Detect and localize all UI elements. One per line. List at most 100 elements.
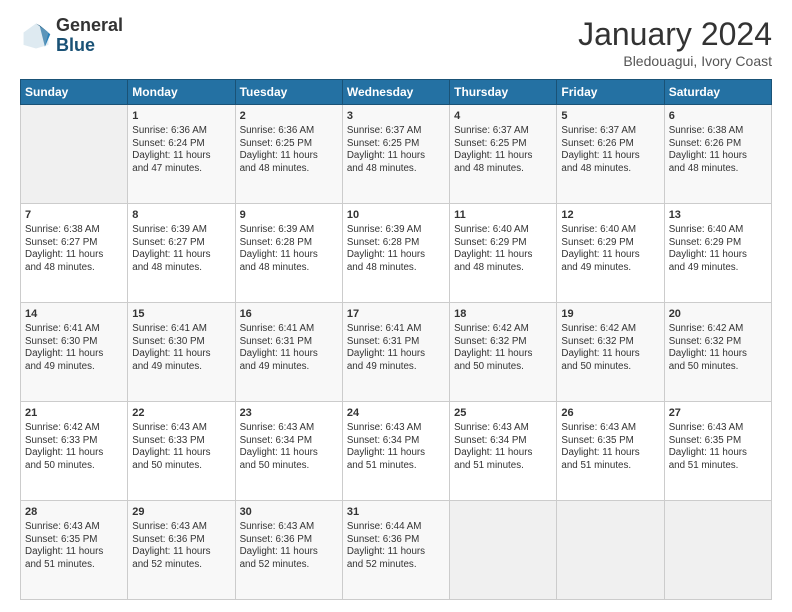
- calendar-cell: 3Sunrise: 6:37 AMSunset: 6:25 PMDaylight…: [342, 105, 449, 204]
- cell-content-line: and 49 minutes.: [561, 262, 659, 275]
- day-number: 13: [669, 208, 767, 223]
- day-number: 27: [669, 406, 767, 421]
- cell-content-line: Sunrise: 6:43 AM: [347, 422, 445, 435]
- cell-content-line: Daylight: 11 hours: [561, 348, 659, 361]
- cell-content-line: Sunset: 6:26 PM: [669, 138, 767, 151]
- cell-content-line: Sunset: 6:28 PM: [240, 237, 338, 250]
- calendar-cell: 7Sunrise: 6:38 AMSunset: 6:27 PMDaylight…: [21, 204, 128, 303]
- cell-content-line: Sunset: 6:25 PM: [454, 138, 552, 151]
- cell-content-line: Daylight: 11 hours: [240, 249, 338, 262]
- day-number: 21: [25, 406, 123, 421]
- cell-content-line: and 51 minutes.: [454, 460, 552, 473]
- calendar-cell: 20Sunrise: 6:42 AMSunset: 6:32 PMDayligh…: [664, 303, 771, 402]
- cell-content-line: Sunrise: 6:43 AM: [240, 521, 338, 534]
- calendar-cell: 27Sunrise: 6:43 AMSunset: 6:35 PMDayligh…: [664, 402, 771, 501]
- cell-content-line: Sunrise: 6:41 AM: [132, 323, 230, 336]
- calendar-cell: 24Sunrise: 6:43 AMSunset: 6:34 PMDayligh…: [342, 402, 449, 501]
- cell-content-line: Sunrise: 6:40 AM: [561, 224, 659, 237]
- calendar-cell: 26Sunrise: 6:43 AMSunset: 6:35 PMDayligh…: [557, 402, 664, 501]
- cell-content-line: Daylight: 11 hours: [454, 447, 552, 460]
- day-number: 1: [132, 109, 230, 124]
- logo-text: General Blue: [56, 16, 123, 56]
- cell-content-line: and 49 minutes.: [132, 361, 230, 374]
- cell-content-line: and 51 minutes.: [669, 460, 767, 473]
- cell-content-line: Sunrise: 6:40 AM: [454, 224, 552, 237]
- cell-content-line: Daylight: 11 hours: [132, 447, 230, 460]
- cell-content-line: and 49 minutes.: [25, 361, 123, 374]
- cell-content-line: Daylight: 11 hours: [132, 546, 230, 559]
- cell-content-line: Sunset: 6:26 PM: [561, 138, 659, 151]
- cell-content-line: Daylight: 11 hours: [561, 150, 659, 163]
- day-number: 4: [454, 109, 552, 124]
- day-number: 2: [240, 109, 338, 124]
- cell-content-line: Sunset: 6:29 PM: [454, 237, 552, 250]
- cell-content-line: Sunrise: 6:42 AM: [561, 323, 659, 336]
- cell-content-line: Sunset: 6:27 PM: [132, 237, 230, 250]
- cell-content-line: Sunrise: 6:43 AM: [132, 521, 230, 534]
- cell-content-line: Daylight: 11 hours: [347, 348, 445, 361]
- cell-content-line: Sunrise: 6:42 AM: [25, 422, 123, 435]
- day-number: 29: [132, 505, 230, 520]
- calendar-header-saturday: Saturday: [664, 80, 771, 105]
- cell-content-line: Daylight: 11 hours: [454, 249, 552, 262]
- cell-content-line: Sunrise: 6:43 AM: [132, 422, 230, 435]
- calendar-week-1: 1Sunrise: 6:36 AMSunset: 6:24 PMDaylight…: [21, 105, 772, 204]
- calendar-cell: 4Sunrise: 6:37 AMSunset: 6:25 PMDaylight…: [450, 105, 557, 204]
- cell-content-line: and 48 minutes.: [240, 262, 338, 275]
- cell-content-line: Daylight: 11 hours: [347, 249, 445, 262]
- day-number: 9: [240, 208, 338, 223]
- day-number: 5: [561, 109, 659, 124]
- calendar-cell: 5Sunrise: 6:37 AMSunset: 6:26 PMDaylight…: [557, 105, 664, 204]
- cell-content-line: Sunset: 6:31 PM: [347, 336, 445, 349]
- day-number: 10: [347, 208, 445, 223]
- cell-content-line: and 48 minutes.: [132, 262, 230, 275]
- cell-content-line: Sunset: 6:36 PM: [347, 534, 445, 547]
- day-number: 14: [25, 307, 123, 322]
- cell-content-line: and 48 minutes.: [669, 163, 767, 176]
- calendar-header-sunday: Sunday: [21, 80, 128, 105]
- cell-content-line: and 51 minutes.: [347, 460, 445, 473]
- cell-content-line: Sunrise: 6:36 AM: [240, 125, 338, 138]
- cell-content-line: and 48 minutes.: [25, 262, 123, 275]
- cell-content-line: Sunset: 6:28 PM: [347, 237, 445, 250]
- cell-content-line: Sunrise: 6:43 AM: [454, 422, 552, 435]
- cell-content-line: Sunrise: 6:37 AM: [347, 125, 445, 138]
- cell-content-line: Daylight: 11 hours: [347, 546, 445, 559]
- day-number: 11: [454, 208, 552, 223]
- calendar-cell: 8Sunrise: 6:39 AMSunset: 6:27 PMDaylight…: [128, 204, 235, 303]
- calendar-header-thursday: Thursday: [450, 80, 557, 105]
- cell-content-line: Sunrise: 6:39 AM: [347, 224, 445, 237]
- cell-content-line: Sunrise: 6:37 AM: [561, 125, 659, 138]
- cell-content-line: Sunrise: 6:40 AM: [669, 224, 767, 237]
- day-number: 17: [347, 307, 445, 322]
- cell-content-line: Sunset: 6:33 PM: [132, 435, 230, 448]
- cell-content-line: Sunset: 6:34 PM: [347, 435, 445, 448]
- cell-content-line: and 48 minutes.: [240, 163, 338, 176]
- logo-general-text: General: [56, 15, 123, 35]
- calendar-cell: 1Sunrise: 6:36 AMSunset: 6:24 PMDaylight…: [128, 105, 235, 204]
- cell-content-line: Sunrise: 6:37 AM: [454, 125, 552, 138]
- cell-content-line: Sunset: 6:32 PM: [561, 336, 659, 349]
- day-number: 15: [132, 307, 230, 322]
- cell-content-line: Sunset: 6:34 PM: [454, 435, 552, 448]
- calendar-cell: 15Sunrise: 6:41 AMSunset: 6:30 PMDayligh…: [128, 303, 235, 402]
- logo-blue-text: Blue: [56, 35, 95, 55]
- calendar-week-2: 7Sunrise: 6:38 AMSunset: 6:27 PMDaylight…: [21, 204, 772, 303]
- cell-content-line: and 48 minutes.: [347, 163, 445, 176]
- cell-content-line: and 49 minutes.: [347, 361, 445, 374]
- calendar-week-4: 21Sunrise: 6:42 AMSunset: 6:33 PMDayligh…: [21, 402, 772, 501]
- calendar-cell: 22Sunrise: 6:43 AMSunset: 6:33 PMDayligh…: [128, 402, 235, 501]
- cell-content-line: Sunrise: 6:42 AM: [454, 323, 552, 336]
- cell-content-line: and 50 minutes.: [25, 460, 123, 473]
- cell-content-line: and 51 minutes.: [25, 559, 123, 572]
- calendar-cell: 13Sunrise: 6:40 AMSunset: 6:29 PMDayligh…: [664, 204, 771, 303]
- cell-content-line: Sunset: 6:34 PM: [240, 435, 338, 448]
- cell-content-line: Daylight: 11 hours: [669, 249, 767, 262]
- cell-content-line: Sunset: 6:33 PM: [25, 435, 123, 448]
- day-number: 23: [240, 406, 338, 421]
- calendar-cell: 25Sunrise: 6:43 AMSunset: 6:34 PMDayligh…: [450, 402, 557, 501]
- cell-content-line: Sunrise: 6:44 AM: [347, 521, 445, 534]
- calendar-cell: 9Sunrise: 6:39 AMSunset: 6:28 PMDaylight…: [235, 204, 342, 303]
- cell-content-line: and 52 minutes.: [132, 559, 230, 572]
- calendar-header-row: SundayMondayTuesdayWednesdayThursdayFrid…: [21, 80, 772, 105]
